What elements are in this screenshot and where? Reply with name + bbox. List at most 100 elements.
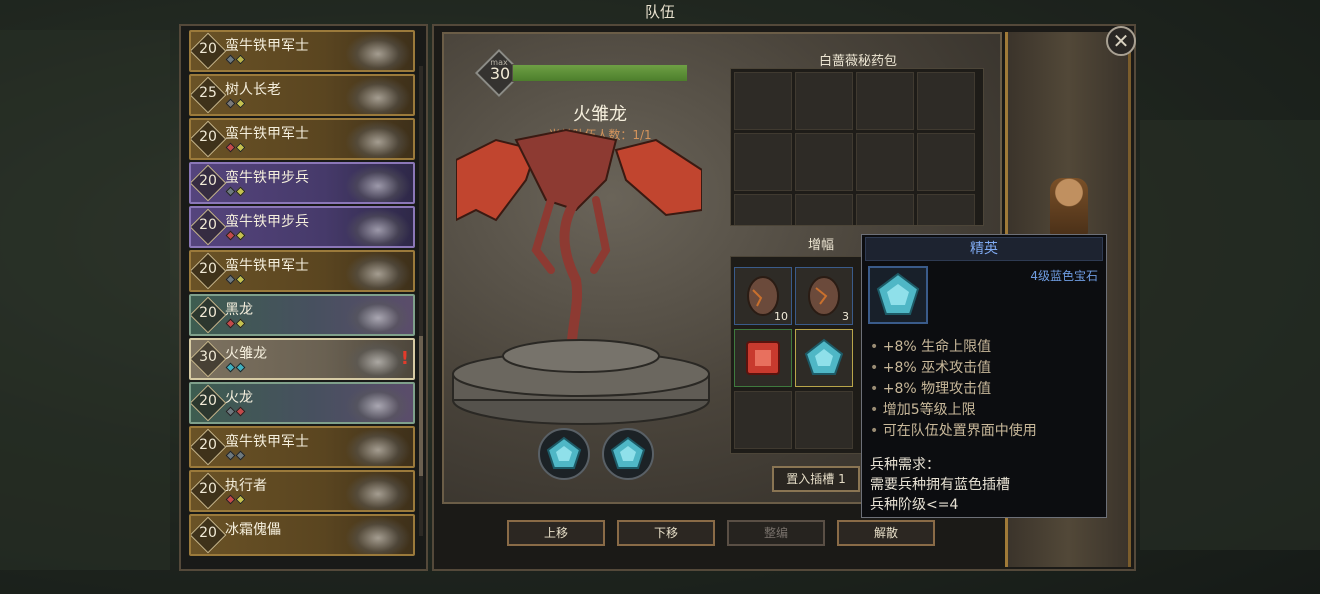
gem-slot-icon [225,230,236,241]
gem-slot-icon [235,186,246,197]
potion-slot[interactable] [734,133,792,191]
unit-portrait [345,252,411,290]
potion-slot[interactable] [856,133,914,191]
roster-unit[interactable]: 20 黑龙 [189,294,415,336]
roster-unit[interactable]: 30 火雏龙! [189,338,415,380]
unit-name: 火龙 [225,390,253,406]
unit-portrait [345,472,411,510]
hero-avatar [1050,178,1088,236]
gem-slot-icon [225,186,236,197]
experience-bar [512,64,688,82]
unit-portrait [345,164,411,202]
gem-slot-icon [225,142,236,153]
amplify-grid: 10 3 [730,256,870,454]
roster-scrollbar[interactable] [419,66,423,536]
item-count: 10 [774,310,788,323]
amplify-slot[interactable] [734,391,792,449]
move-down-button[interactable]: 下移 [617,520,715,546]
roster-unit[interactable]: 20 蛮牛铁甲军士 [189,426,415,468]
amplify-item-egg[interactable]: 10 [734,267,792,325]
unit-name: 黑龙 [225,302,253,318]
red-gem-icon [746,341,780,375]
potion-slot[interactable] [795,133,853,191]
unit-portrait [345,384,411,422]
amplify-item-blue-gem[interactable] [795,329,853,387]
unit-level: 20 [199,525,217,541]
roster-unit[interactable]: 20 蛮牛铁甲军士 [189,118,415,160]
roster-unit[interactable]: 20 火龙 [189,382,415,424]
gem-slot-icon [225,98,236,109]
potion-slot[interactable] [917,194,975,225]
gem-slot-icon [225,274,236,285]
unit-level: 20 [199,305,217,321]
unit-level: 25 [199,85,217,101]
move-up-button[interactable]: 上移 [507,520,605,546]
roster-unit[interactable]: 20 蛮牛铁甲步兵 [189,206,415,248]
unit-roster[interactable]: 20 蛮牛铁甲军士 25 树人长老 20 蛮牛铁甲军士 20 蛮牛铁甲步兵 20 蛮牛铁甲步兵 20… [179,24,428,571]
tooltip-stats: +8% 生命上限值 +8% 巫术攻击值 +8% 物理攻击值 增加5等级上限 可在… [870,337,1037,442]
roster-unit[interactable]: 20 执行者 [189,470,415,512]
unit-gem-slots [225,186,246,197]
potion-slot[interactable] [734,72,792,130]
potion-slot[interactable] [795,72,853,130]
unit-level: 20 [199,173,217,189]
roster-unit[interactable]: 20 蛮牛铁甲步兵 [189,162,415,204]
requirement-tier: 兵种阶级<=4 [870,497,959,513]
gem-slot-icon [225,362,236,373]
unit-level: 20 [199,481,217,497]
gem-slot-icon [225,406,236,417]
unit-level: 30 [199,349,217,365]
potion-slot[interactable] [917,133,975,191]
unit-gem-slots [225,142,246,153]
item-count: 3 [842,310,849,323]
roster-unit[interactable]: 20 蛮牛铁甲军士 [189,30,415,72]
unit-gem-slots [225,98,246,109]
unit-level: 20 [199,41,217,57]
blue-gem-icon [546,436,582,469]
item-tooltip: 精英 4级蓝色宝石 +8% 生命上限值 +8% 巫术攻击值 +8% 物理攻击值 … [861,234,1107,518]
roster-unit[interactable]: 20 冰霜傀儡 [189,514,415,556]
gem-slot-icon [235,318,246,329]
organize-button[interactable]: 整编 [727,520,825,546]
gem-slot-icon [235,494,246,505]
amplify-slot[interactable] [795,391,853,449]
insert-slot-button[interactable]: 置入插槽 1 [772,466,860,492]
potion-slot[interactable] [917,72,975,130]
unit-level: 30 [489,64,511,83]
close-button[interactable]: ✕ [1106,26,1136,56]
unit-name: 蛮牛铁甲军士 [225,126,309,142]
potion-slot[interactable] [856,72,914,130]
unit-portrait [345,428,411,466]
disband-button[interactable]: 解散 [837,520,935,546]
gem-slot-icon [235,450,246,461]
gem-slot-icon [235,142,246,153]
tooltip-item-icon [868,266,928,324]
equipped-gem-slot-1[interactable] [538,428,590,480]
gem-slot-icon [225,494,236,505]
requirement-title: 兵种需求： [870,457,940,473]
potion-slot[interactable] [856,194,914,225]
roster-unit[interactable]: 25 树人长老 [189,74,415,116]
unit-gem-slots [225,362,246,373]
gem-slot-icon [225,54,236,65]
potion-slot[interactable] [734,194,792,225]
amplify-item-egg[interactable]: 3 [795,267,853,325]
unit-name: 执行者 [225,478,267,494]
unit-gem-slots [225,406,246,417]
stone-pedestal [452,339,710,425]
tooltip-item-name: 4级蓝色宝石 [1030,269,1098,283]
unit-gem-slots [225,54,246,65]
unit-name: 冰霜傀儡 [225,522,281,538]
equipped-gem-slot-2[interactable] [602,428,654,480]
unit-gem-slots [225,494,246,505]
roster-scroll-thumb[interactable] [419,336,423,476]
potion-slot[interactable] [795,194,853,225]
window-title: 队伍 [644,3,675,21]
blue-gem-icon [804,338,844,375]
amplify-item-red-gem[interactable] [734,329,792,387]
roster-unit[interactable]: 20 蛮牛铁甲军士 [189,250,415,292]
unit-gem-slots [225,230,246,241]
unit-level: 20 [199,261,217,277]
unit-level: 20 [199,217,217,233]
warning-icon: ! [400,348,409,369]
